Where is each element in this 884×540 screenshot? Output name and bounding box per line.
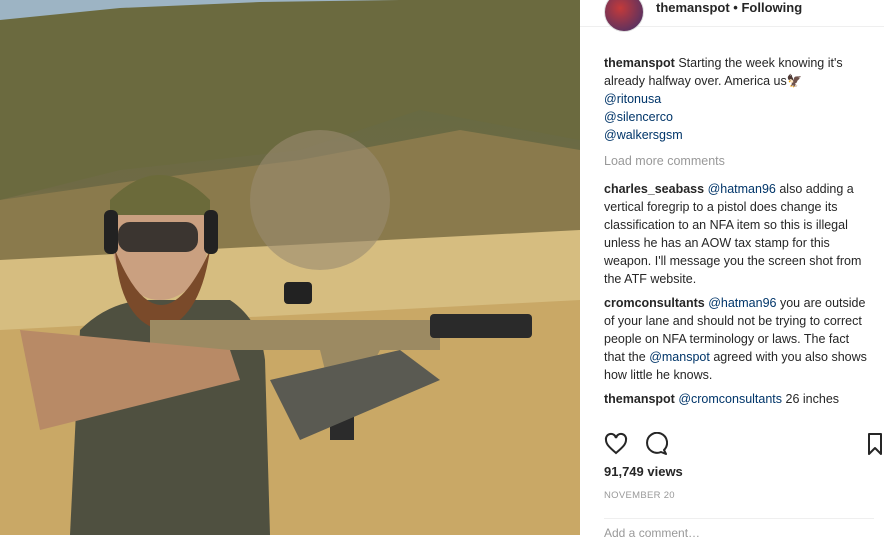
heart-icon[interactable] bbox=[604, 432, 628, 456]
post-side-panel: themanspot • Following themanspot Starti… bbox=[580, 0, 884, 540]
comment: cromconsultants @hatman96 you are outsid… bbox=[604, 294, 870, 384]
post-actions bbox=[604, 432, 882, 456]
comment-username[interactable]: charles_seabass bbox=[604, 182, 704, 196]
eagle-emoji: 🦅 bbox=[786, 74, 803, 88]
header-username-line: themanspot • Following bbox=[656, 0, 802, 15]
comment: charles_seabass @hatman96 also adding a … bbox=[604, 180, 870, 288]
avatar[interactable] bbox=[604, 0, 644, 32]
post-photo[interactable] bbox=[0, 0, 580, 535]
comment: themanspot @cromconsultants 26 inches bbox=[604, 390, 870, 408]
mention-link[interactable]: @hatman96 bbox=[708, 182, 776, 196]
post-date[interactable]: NOVEMBER 20 bbox=[604, 490, 675, 501]
caption-username[interactable]: themanspot bbox=[604, 56, 675, 70]
divider bbox=[604, 518, 874, 519]
views-count[interactable]: 91,749 views bbox=[604, 464, 683, 479]
header-separator: • bbox=[733, 0, 738, 15]
mention-link[interactable]: @manspot bbox=[649, 350, 710, 364]
mention-link[interactable]: @ritonusa bbox=[604, 90, 870, 108]
comment-icon[interactable] bbox=[644, 432, 668, 456]
bookmark-icon[interactable] bbox=[868, 432, 882, 456]
comment-text: also adding a vertical foregrip to a pis… bbox=[604, 182, 862, 286]
add-comment-input[interactable]: Add a comment… bbox=[604, 526, 700, 540]
comment-username[interactable]: themanspot bbox=[604, 392, 675, 406]
photo-scene bbox=[0, 0, 580, 535]
caption: themanspot Starting the week knowing it'… bbox=[604, 54, 870, 144]
mention-link[interactable]: @silencerco bbox=[604, 108, 870, 126]
comments-list: themanspot Starting the week knowing it'… bbox=[604, 54, 870, 420]
following-button[interactable]: Following bbox=[741, 0, 802, 15]
comment-text: 26 inches bbox=[785, 392, 840, 406]
mention-link[interactable]: @hatman96 bbox=[708, 296, 776, 310]
mention-link[interactable]: @cromconsultants bbox=[678, 392, 782, 406]
load-more-comments-button[interactable]: Load more comments bbox=[604, 152, 870, 170]
header-username[interactable]: themanspot bbox=[656, 0, 730, 15]
post-header: themanspot • Following bbox=[580, 0, 884, 32]
mention-link[interactable]: @walkersgsm bbox=[604, 126, 870, 144]
comment-username[interactable]: cromconsultants bbox=[604, 296, 705, 310]
